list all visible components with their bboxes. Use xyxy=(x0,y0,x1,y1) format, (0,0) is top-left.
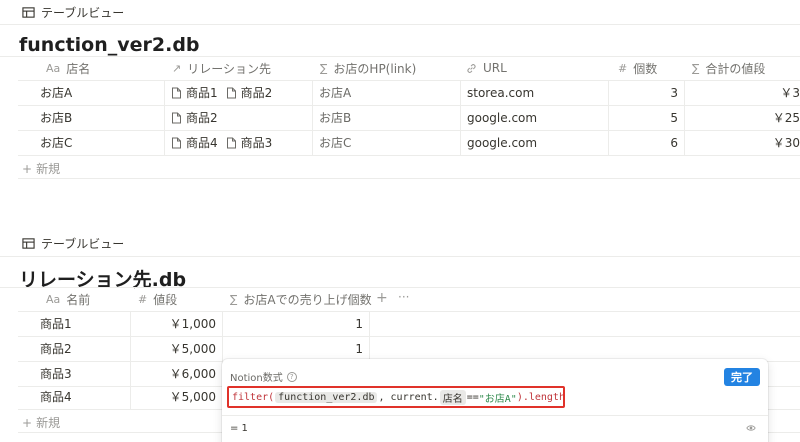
cell-price[interactable]: ￥5,000 xyxy=(130,384,222,409)
column-header-relation[interactable]: ↗ リレーション先 xyxy=(172,56,271,80)
cell-count[interactable]: 6 xyxy=(608,130,684,155)
help-icon[interactable]: ? xyxy=(286,371,297,382)
plus-icon: + xyxy=(22,415,33,430)
cell-product-name[interactable]: 商品1 xyxy=(18,311,130,336)
column-header-count[interactable]: # 個数 xyxy=(618,56,657,80)
database-title[interactable]: function_ver2.db xyxy=(19,34,200,56)
cell-price[interactable]: ￥1,000 xyxy=(130,311,222,336)
divider xyxy=(0,287,800,288)
cell-relation[interactable]: 商品2 xyxy=(164,105,312,130)
column-header-sales[interactable]: ∑ お店Aでの売り上げ個数 xyxy=(230,287,372,311)
cell-relation[interactable]: 商品4 商品3 xyxy=(164,130,312,155)
formula-editor-popup[interactable]: Notion数式 ? 完了 filter( function_ver2.db ,… xyxy=(222,359,768,442)
cell-count[interactable]: 3 xyxy=(608,80,684,105)
formula-input[interactable]: filter( function_ver2.db , current. 店名 =… xyxy=(227,386,565,408)
relation-chip[interactable]: 商品3 xyxy=(226,134,272,151)
column-header-hp[interactable]: ∑ お店のHP(link) xyxy=(320,56,416,80)
column-header-url[interactable]: URL xyxy=(466,56,507,80)
relation-chip[interactable]: 商品1 xyxy=(171,84,218,101)
cell-total[interactable]: ￥25 xyxy=(684,105,800,130)
formula-operator: == xyxy=(466,391,479,403)
cell-total[interactable]: ￥3 xyxy=(684,80,800,105)
cell-hp[interactable]: お店B xyxy=(312,105,460,130)
cell-count[interactable]: 5 xyxy=(608,105,684,130)
cell-store-name[interactable]: お店A xyxy=(18,80,164,105)
number-icon: # xyxy=(618,61,628,75)
table-icon xyxy=(22,7,35,18)
cell-price[interactable]: ￥6,000 xyxy=(130,361,222,386)
divider xyxy=(18,155,800,156)
formula-ref-database: function_ver2.db xyxy=(275,391,378,403)
page-icon xyxy=(226,87,236,98)
text-type-icon: Aa xyxy=(46,61,61,75)
formula-text: , current. xyxy=(378,391,439,403)
cell-product-name[interactable]: 商品2 xyxy=(18,336,130,361)
cell-store-name[interactable]: お店C xyxy=(18,130,164,155)
cell-hp[interactable]: お店C xyxy=(312,130,460,155)
formula-result: = 1 xyxy=(230,423,248,434)
column-header-total[interactable]: ∑ 合計の値段 xyxy=(692,56,765,80)
divider xyxy=(0,256,800,257)
cell-store-name[interactable]: お店B xyxy=(18,105,164,130)
table-row[interactable]: お店C 商品4 商品3 お店C google.com 6 ￥30 xyxy=(18,130,800,155)
done-button[interactable]: 完了 xyxy=(724,368,760,386)
text-type-icon: Aa xyxy=(46,292,61,306)
divider xyxy=(222,415,768,416)
relation-chip[interactable]: 商品2 xyxy=(226,84,272,101)
cell-url[interactable]: storea.com xyxy=(460,80,608,105)
add-property-button[interactable]: + xyxy=(376,290,388,306)
new-row-button[interactable]: + 新規 xyxy=(22,160,60,177)
formula-editor-title: Notion数式 ? xyxy=(230,369,297,384)
table-row[interactable]: お店A 商品1 商品2 お店A storea.com 3 ￥3 xyxy=(18,80,800,105)
number-icon: # xyxy=(138,292,148,306)
formula-function: filter( xyxy=(232,391,275,403)
sigma-icon: ∑ xyxy=(320,61,328,75)
cell-relation[interactable]: 商品1 商品2 xyxy=(164,80,312,105)
new-row-button[interactable]: + 新規 xyxy=(22,414,60,431)
page-icon xyxy=(172,112,181,123)
cell-product-name[interactable]: 商品3 xyxy=(18,361,130,386)
sigma-icon: ∑ xyxy=(230,292,238,306)
more-options-button[interactable]: ··· xyxy=(398,290,409,304)
plus-icon: + xyxy=(22,161,33,176)
arrow-up-right-icon: ↗ xyxy=(172,61,182,75)
divider xyxy=(0,24,800,25)
cell-price[interactable]: ￥5,000 xyxy=(130,336,222,361)
cell-sales[interactable]: 1 xyxy=(222,336,370,361)
cell-url[interactable]: google.com xyxy=(460,130,608,155)
table-row[interactable]: お店B 商品2 お店B google.com 5 ￥25 xyxy=(18,105,800,130)
view-tab-label: テーブルビュー xyxy=(41,237,125,251)
page-icon xyxy=(172,87,181,98)
column-header-name[interactable]: Aa 店名 xyxy=(46,56,90,80)
cell-total[interactable]: ￥30 xyxy=(684,130,800,155)
view-tab-table-1[interactable]: テーブルビュー xyxy=(22,4,124,21)
cell-hp[interactable]: お店A xyxy=(312,80,460,105)
eye-icon[interactable] xyxy=(746,423,756,433)
page-icon xyxy=(226,137,236,148)
divider xyxy=(18,178,800,179)
formula-tail: ).length() xyxy=(516,391,565,403)
column-header-price[interactable]: # 値段 xyxy=(138,287,177,311)
view-tab-label: テーブルビュー xyxy=(41,6,125,20)
table-row[interactable]: 商品2 ￥5,000 1 xyxy=(18,336,370,361)
link-icon xyxy=(467,63,476,73)
relation-chip[interactable]: 商品4 xyxy=(171,134,218,151)
formula-string: "お店A" xyxy=(478,393,517,405)
column-header-name[interactable]: Aa 名前 xyxy=(46,287,90,311)
cell-sales[interactable]: 1 xyxy=(222,311,370,336)
table-row[interactable]: 商品1 ￥1,000 1 xyxy=(18,311,370,336)
view-tab-table-2[interactable]: テーブルビュー xyxy=(22,235,124,252)
page-icon xyxy=(172,137,181,148)
relation-chip[interactable]: 商品2 xyxy=(171,109,218,126)
cell-url[interactable]: google.com xyxy=(460,105,608,130)
sigma-icon: ∑ xyxy=(692,61,700,75)
formula-ref-property: 店名 xyxy=(439,389,466,405)
cell-product-name[interactable]: 商品4 xyxy=(18,384,130,409)
table-icon xyxy=(22,238,35,249)
